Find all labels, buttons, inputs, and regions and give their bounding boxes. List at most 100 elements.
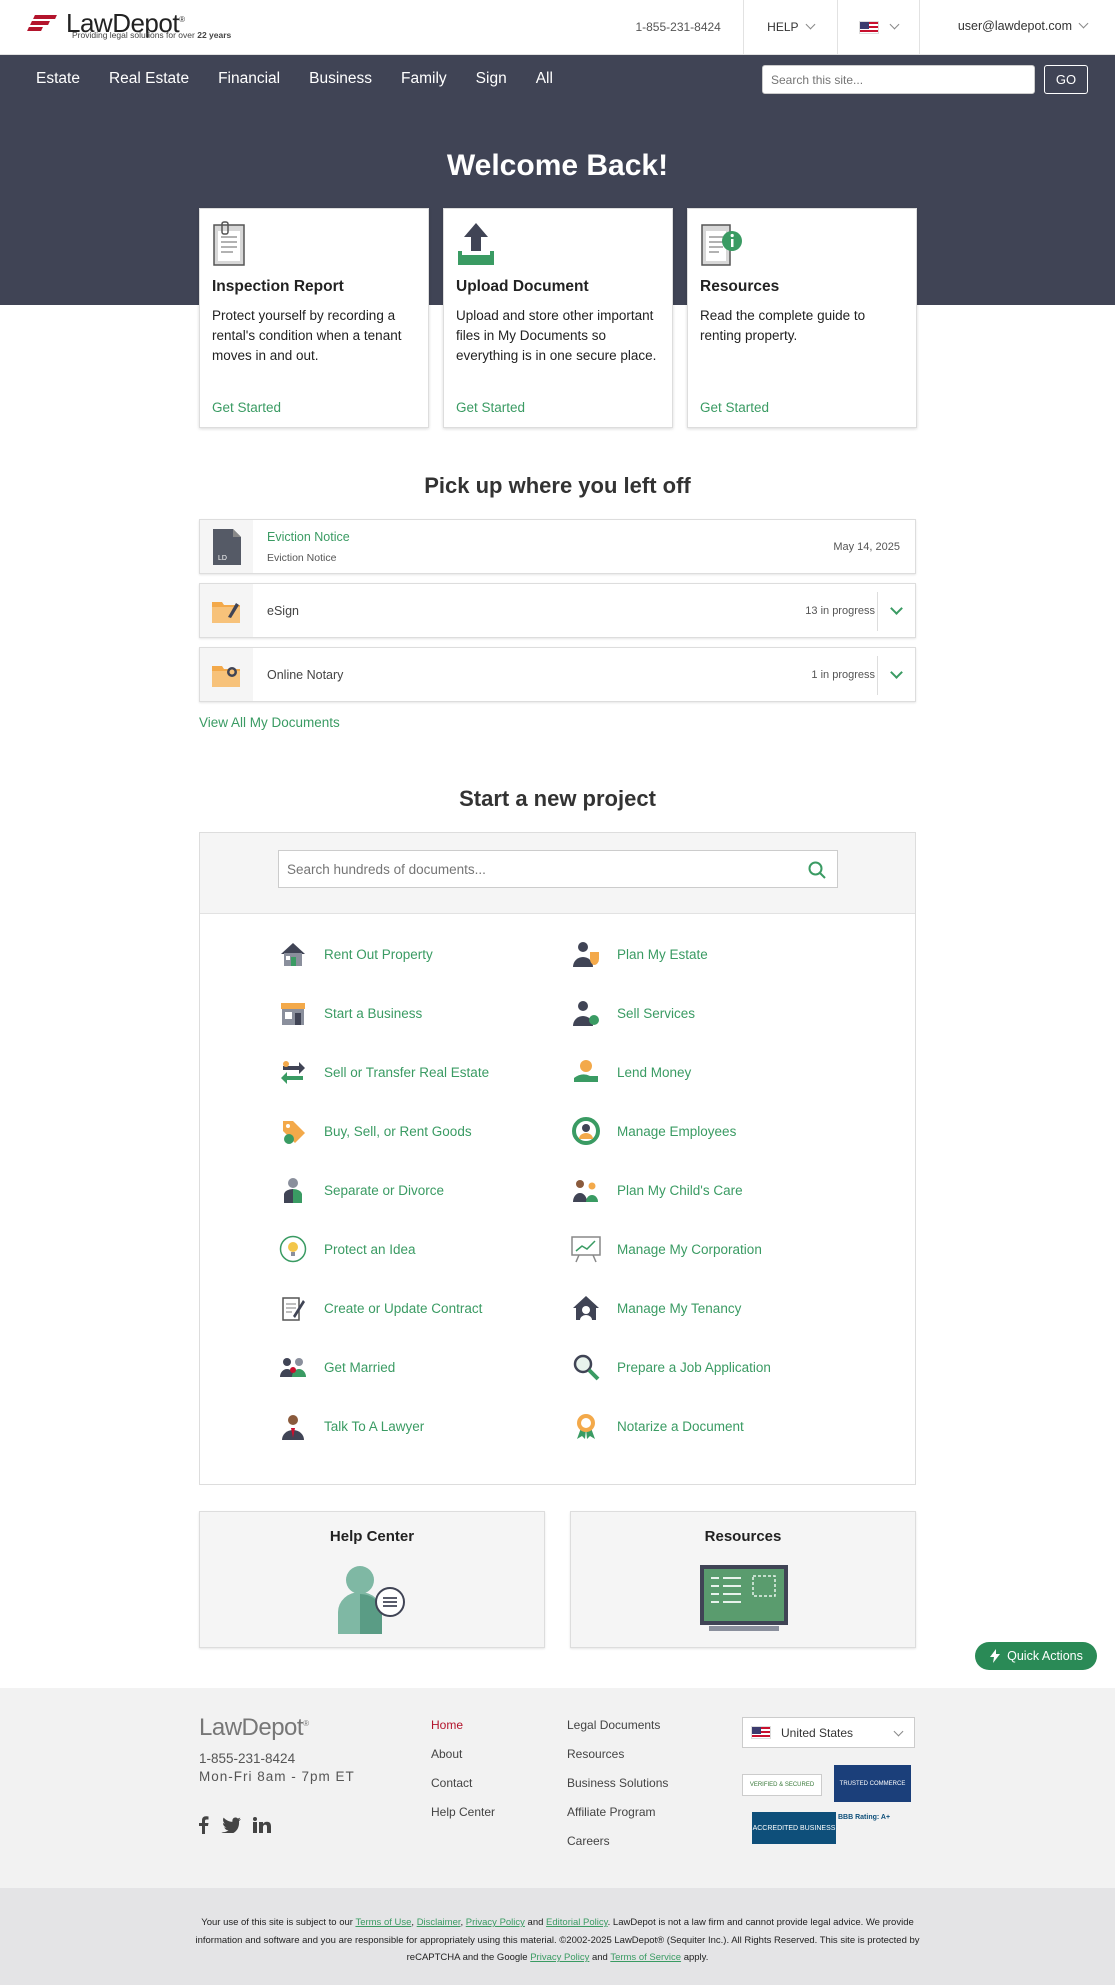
quick-actions-button[interactable]: Quick Actions [975, 1642, 1097, 1670]
project-start-a-business[interactable]: Start a Business [278, 998, 422, 1028]
couple-icon [278, 1352, 308, 1382]
project-manage-my-corporation[interactable]: Manage My Corporation [571, 1234, 762, 1264]
footer-link-resources[interactable]: Resources [567, 1747, 668, 1761]
nav-all[interactable]: All [536, 55, 553, 103]
linkedin-icon[interactable] [253, 1817, 271, 1833]
country-selector[interactable] [838, 0, 920, 55]
nav-estate[interactable]: Estate [36, 55, 80, 103]
top-bar: LawDepot ® Providing legal solutions for … [0, 0, 1115, 55]
get-started-link[interactable]: Get Started [456, 400, 525, 415]
project-buy-sell-rent-goods[interactable]: Buy, Sell, or Rent Goods [278, 1116, 472, 1146]
footer-link-affiliate-program[interactable]: Affiliate Program [567, 1805, 668, 1819]
help-menu[interactable]: HELP [744, 0, 838, 55]
project-rent-out-property[interactable]: Rent Out Property [278, 939, 433, 969]
chevron-down-icon [890, 666, 903, 679]
footer-link-help-center[interactable]: Help Center [431, 1805, 495, 1819]
project-section-title: Start a new project [459, 786, 656, 811]
project-plan-my-childs-care[interactable]: Plan My Child's Care [571, 1175, 743, 1205]
search-icon[interactable] [808, 861, 826, 879]
resources-title: Resources [704, 1528, 782, 1545]
resources-box[interactable]: Resources [570, 1511, 916, 1648]
project-plan-my-estate[interactable]: Plan My Estate [571, 939, 708, 969]
footer-phone[interactable]: 1-855-231-8424 [199, 1751, 295, 1766]
card-title: Upload Document [456, 278, 589, 295]
project-manage-my-tenancy[interactable]: Manage My Tenancy [571, 1293, 741, 1323]
project-notarize-a-document[interactable]: Notarize a Document [571, 1411, 744, 1441]
footer-link-home[interactable]: Home [431, 1718, 495, 1732]
disclaimer-link[interactable]: Disclaimer [417, 1917, 461, 1928]
project-get-married[interactable]: Get Married [278, 1352, 395, 1382]
view-all-documents-link[interactable]: View All My Documents [199, 715, 916, 730]
esign-progress: 13 in progress [805, 604, 875, 617]
project-prepare-a-job-application[interactable]: Prepare a Job Application [571, 1352, 771, 1382]
storefront-icon [278, 998, 308, 1028]
legal-notice: Your use of this site is subject to our … [0, 1888, 1115, 1985]
recent-esign-row[interactable]: eSign 13 in progress [199, 583, 916, 638]
nav-real-estate[interactable]: Real Estate [109, 55, 189, 103]
card-desc: Read the complete guide to renting prope… [700, 308, 866, 343]
estate-person-shield-icon [571, 939, 601, 969]
user-menu[interactable]: user@lawdepot.com [920, 0, 1115, 55]
help-center-title: Help Center [329, 1528, 415, 1545]
footer-logo[interactable]: LawDepot® [199, 1714, 309, 1742]
help-label: HELP [767, 20, 799, 34]
document-search-input[interactable] [278, 850, 838, 888]
chevron-down-icon [893, 1726, 904, 1737]
help-person-chat-icon [332, 1562, 412, 1639]
project-sell-or-transfer-real-estate[interactable]: Sell or Transfer Real Estate [278, 1057, 489, 1087]
recent-doc-name[interactable]: Eviction Notice [267, 530, 350, 544]
editorial-policy-link[interactable]: Editorial Policy [546, 1917, 608, 1928]
esign-expand-button[interactable] [877, 592, 915, 631]
project-protect-an-idea[interactable]: Protect an Idea [278, 1234, 416, 1264]
footer-link-contact[interactable]: Contact [431, 1776, 495, 1790]
nav-financial[interactable]: Financial [218, 55, 280, 103]
trusted-commerce-badge[interactable]: TRUSTED COMMERCE [834, 1765, 911, 1802]
resources-board-icon [699, 1564, 789, 1637]
us-flag-icon [858, 21, 879, 34]
user-email: user@lawdepot.com [957, 19, 1072, 33]
footer-link-careers[interactable]: Careers [567, 1834, 668, 1848]
project-create-or-update-contract[interactable]: Create or Update Contract [278, 1293, 482, 1323]
card-upload-document[interactable]: Upload Document Upload and store other i… [443, 208, 673, 428]
footer-country-select[interactable]: United States [742, 1717, 915, 1748]
bbb-accredited-badge[interactable]: ACCREDITED BUSINESS [752, 1812, 836, 1844]
twitter-icon[interactable] [221, 1817, 241, 1833]
person-coin-icon [571, 998, 601, 1028]
card-inspection-report[interactable]: Inspection Report Protect yourself by re… [199, 208, 429, 428]
terms-of-use-link[interactable]: Terms of Use [355, 1917, 411, 1928]
nav-family[interactable]: Family [401, 55, 447, 103]
privacy-policy-link[interactable]: Privacy Policy [466, 1917, 525, 1928]
recent-doc-type: Eviction Notice [267, 551, 337, 564]
card-title: Resources [700, 278, 780, 295]
verified-secured-badge[interactable]: VERIFIED & SECURED [742, 1774, 822, 1796]
nav-business[interactable]: Business [309, 55, 372, 103]
google-terms-link[interactable]: Terms of Service [610, 1952, 681, 1963]
project-manage-employees[interactable]: Manage Employees [571, 1116, 736, 1146]
footer-link-legal-documents[interactable]: Legal Documents [567, 1718, 668, 1732]
project-lend-money[interactable]: Lend Money [571, 1057, 691, 1087]
card-resources[interactable]: Resources Read the complete guide to ren… [687, 208, 917, 428]
search-go-button[interactable]: GO [1044, 65, 1088, 94]
recent-doc-eviction-notice[interactable]: LD Eviction Notice Eviction Notice May 1… [199, 519, 916, 574]
site-search-input[interactable] [762, 65, 1035, 94]
main-nav: Estate Real Estate Financial Business Fa… [0, 55, 1115, 103]
esign-label: eSign [267, 603, 299, 618]
footer-link-business-solutions[interactable]: Business Solutions [567, 1776, 668, 1790]
facebook-icon[interactable] [199, 1816, 209, 1834]
header-phone[interactable]: 1-855-231-8424 [613, 0, 744, 55]
footer-country-label: United States [781, 1725, 854, 1740]
project-separate-or-divorce[interactable]: Separate or Divorce [278, 1175, 444, 1205]
get-started-link[interactable]: Get Started [212, 400, 281, 415]
project-talk-to-a-lawyer[interactable]: Talk To A Lawyer [278, 1411, 424, 1441]
recent-notary-row[interactable]: Online Notary 1 in progress [199, 647, 916, 702]
notary-expand-button[interactable] [877, 656, 915, 695]
footer-link-about[interactable]: About [431, 1747, 495, 1761]
google-privacy-link[interactable]: Privacy Policy [530, 1952, 589, 1963]
notary-progress: 1 in progress [811, 668, 875, 681]
nav-sign[interactable]: Sign [476, 55, 507, 103]
footer: LawDepot® 1-855-231-8424 Mon-Fri 8am - 7… [0, 1688, 1115, 1888]
help-center-box[interactable]: Help Center [199, 1511, 545, 1648]
get-started-link[interactable]: Get Started [700, 400, 769, 415]
project-sell-services[interactable]: Sell Services [571, 998, 695, 1028]
team-cycle-icon [571, 1116, 601, 1146]
